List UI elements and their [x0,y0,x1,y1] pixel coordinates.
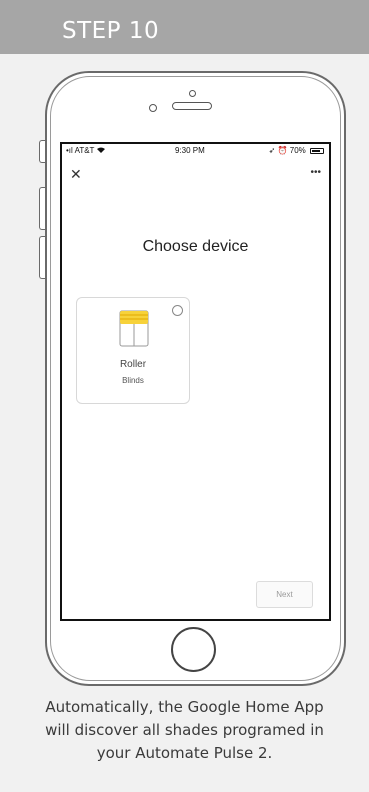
front-camera [189,90,196,97]
status-carrier-group: •ıl AT&T [66,146,105,155]
caption-line-3: your Automate Pulse 2. [96,744,273,762]
battery-percent: 70% [289,146,306,155]
caption-line-2: will discover all shades programed in [45,721,324,739]
step-caption: Automatically, the Google Home App will … [0,696,369,765]
device-card-roller-blinds[interactable]: Roller Blinds [76,297,190,404]
earpiece-speaker [172,102,212,110]
wifi-icon [96,146,105,155]
battery-icon [310,147,324,154]
home-button[interactable] [171,627,216,672]
close-icon[interactable]: ✕ [70,167,82,181]
step-title: STEP 10 [62,18,160,44]
carrier-label: AT&T [74,146,95,155]
phone-screen: •ıl AT&T 9:30 PM ➶ ⏰ 70% ✕ ••• Choose de… [60,142,331,621]
proximity-sensor [149,104,157,112]
location-icon: ➶ [268,146,276,155]
status-right-group: ➶ ⏰ 70% [269,146,324,155]
alarm-icon: ⏰ [277,146,288,155]
status-time: 9:30 PM [175,146,205,155]
status-bar: •ıl AT&T 9:30 PM ➶ ⏰ 70% [62,144,329,158]
more-icon[interactable]: ••• [310,168,321,178]
signal-icon: •ıl [66,146,73,155]
step-header: STEP 10 [0,0,369,54]
caption-line-1: Automatically, the Google Home App [45,698,324,716]
device-name-line1: Roller [119,359,147,370]
next-button[interactable]: Next [256,581,313,608]
roller-blind-icon [119,310,149,347]
screen-title: Choose device [142,238,249,255]
device-name-line2: Blinds [122,376,144,385]
device-radio[interactable] [172,305,183,316]
